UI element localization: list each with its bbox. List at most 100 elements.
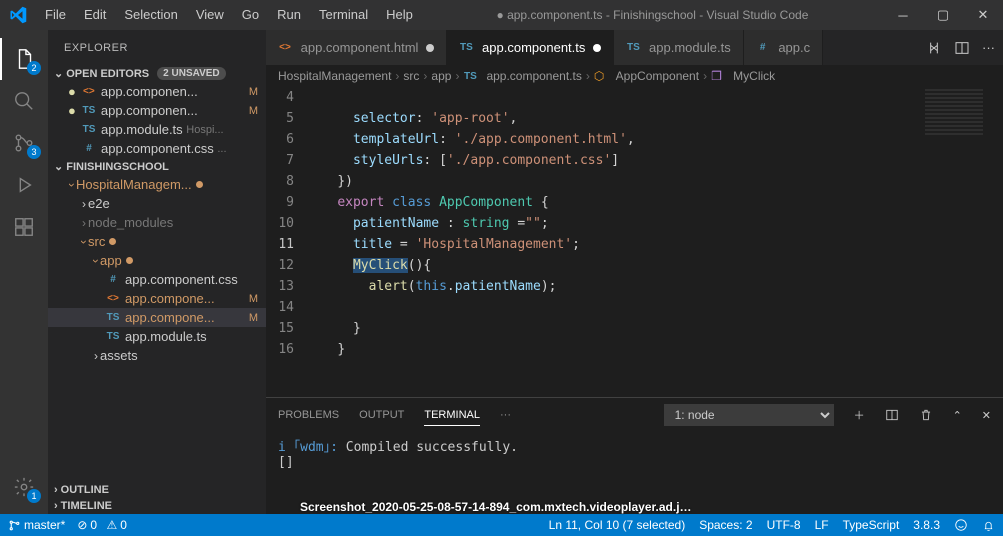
status-encoding[interactable]: UTF-8 (767, 518, 801, 532)
dirty-dot-icon: ● (68, 84, 76, 99)
activity-scm[interactable]: 3 (0, 122, 48, 164)
minimize-button[interactable]: ─ (883, 0, 923, 30)
warning-icon: ⚠ (106, 518, 117, 532)
file-item[interactable]: <>app.compone...M (48, 289, 266, 308)
split-terminal-icon[interactable] (885, 408, 899, 422)
menu-selection[interactable]: Selection (115, 0, 186, 30)
git-dirty-dot-icon (109, 238, 116, 245)
activity-debug[interactable] (0, 164, 48, 206)
file-item[interactable]: TSapp.compone...M (48, 308, 266, 327)
outline-header[interactable]: ›OUTLINE (48, 482, 266, 498)
breadcrumb-item[interactable]: src (403, 69, 419, 83)
panel-tab-output[interactable]: OUTPUT (359, 405, 404, 425)
status-feedback-icon[interactable] (954, 518, 968, 532)
breadcrumb-item[interactable]: AppComponent (616, 69, 699, 83)
terminal-cursor: [] (278, 455, 294, 470)
activity-extensions[interactable] (0, 206, 48, 248)
status-cursor[interactable]: Ln 11, Col 10 (7 selected) (549, 518, 686, 532)
dirty-dot-icon (426, 44, 434, 52)
breadcrumb-item[interactable]: app.component.ts (486, 69, 581, 83)
status-spaces[interactable]: Spaces: 2 (699, 518, 752, 532)
activity-settings[interactable]: 1 (0, 466, 48, 508)
breadcrumb-item[interactable]: app (431, 69, 451, 83)
project-label: FINISHINGSCHOOL (66, 161, 169, 173)
modified-indicator: M (249, 105, 266, 117)
open-editor-item[interactable]: ● TS app.componen... M (48, 101, 266, 120)
breadcrumb[interactable]: HospitalManagement› src› app› TSapp.comp… (266, 65, 1003, 87)
breadcrumb-item[interactable]: MyClick (733, 69, 775, 83)
panel-tab-problems[interactable]: PROBLEMS (278, 405, 339, 425)
minimap[interactable] (919, 87, 989, 397)
ts-file-icon: TS (82, 105, 96, 116)
menu-go[interactable]: Go (233, 0, 268, 30)
chevron-down-icon: ⌄ (54, 160, 63, 173)
menu-view[interactable]: View (187, 0, 233, 30)
file-label: app.compone... (125, 310, 215, 325)
method-icon: ❒ (711, 69, 722, 83)
folder-label: e2e (88, 196, 110, 211)
folder-item[interactable]: node_modules (48, 213, 266, 232)
breadcrumb-item[interactable]: HospitalManagement (278, 69, 391, 83)
more-icon[interactable]: ··· (982, 40, 995, 55)
tab-label: app.component.html (301, 40, 419, 55)
maximize-panel-icon[interactable]: ⌃ (953, 409, 962, 422)
tab-app-component-html[interactable]: <> app.component.html (266, 30, 447, 65)
css-file-icon: # (106, 274, 120, 285)
code-content[interactable]: selector: 'app-root', templateUrl: './ap… (306, 87, 1003, 397)
split-editor-icon[interactable] (954, 40, 970, 56)
html-file-icon: <> (278, 42, 292, 53)
compare-icon[interactable] (926, 40, 942, 56)
kill-terminal-icon[interactable] (919, 408, 933, 422)
file-label: app.component.css (101, 141, 214, 156)
status-problems[interactable]: ⊘0 ⚠0 (77, 518, 127, 532)
menu-file[interactable]: File (36, 0, 75, 30)
timeline-label: TIMELINE (61, 500, 112, 512)
status-branch[interactable]: master* (8, 518, 65, 532)
activity-search[interactable] (0, 80, 48, 122)
status-lang[interactable]: TypeScript (843, 518, 900, 532)
open-editors-header[interactable]: ⌄ OPEN EDITORS 2 UNSAVED (48, 65, 266, 82)
close-button[interactable]: ✕ (963, 0, 1003, 30)
folder-root[interactable]: HospitalManagem... (48, 175, 266, 194)
open-editor-item[interactable]: #app.component.css ... (48, 139, 266, 158)
file-label: app.compone... (125, 291, 215, 306)
folder-src[interactable]: src (48, 232, 266, 251)
close-panel-icon[interactable]: ✕ (982, 409, 991, 422)
activity-explorer[interactable]: 2 (0, 38, 48, 80)
tab-app-component-ts[interactable]: TS app.component.ts (447, 30, 614, 65)
dirty-dot-icon: ● (68, 103, 76, 118)
file-label: app.componen... (101, 103, 198, 118)
menu-run[interactable]: Run (268, 0, 310, 30)
panel-tab-terminal[interactable]: TERMINAL (424, 405, 480, 426)
tab-app-module-ts[interactable]: TS app.module.ts (614, 30, 743, 65)
timeline-header[interactable]: ›TIMELINE (48, 498, 266, 514)
git-dirty-dot-icon (126, 257, 133, 264)
project-header[interactable]: ⌄ FINISHINGSCHOOL (48, 158, 266, 175)
tab-app-c[interactable]: # app.c (744, 30, 823, 65)
menu-help[interactable]: Help (377, 0, 422, 30)
file-item[interactable]: #app.component.css (48, 270, 266, 289)
status-tsver[interactable]: 3.8.3 (913, 518, 940, 532)
open-editor-item[interactable]: ●<>app.componen...M (48, 82, 266, 101)
file-item[interactable]: TSapp.module.ts (48, 327, 266, 346)
terminal-select[interactable]: 1: node (664, 404, 834, 426)
folder-item[interactable]: assets (48, 346, 266, 365)
terminal-text: Compiled successfully. (338, 440, 518, 455)
sidebar: EXPLORER ⌄ OPEN EDITORS 2 UNSAVED ●<>app… (48, 30, 266, 514)
html-file-icon: <> (106, 293, 120, 304)
open-editor-item[interactable]: TSapp.module.ts Hospi... (48, 120, 266, 139)
ts-file-icon: TS (106, 331, 120, 342)
status-bell-icon[interactable] (982, 519, 995, 532)
status-eol[interactable]: LF (815, 518, 829, 532)
folder-item[interactable]: e2e (48, 194, 266, 213)
open-editors-label: OPEN EDITORS (66, 68, 149, 80)
maximize-button[interactable]: ▢ (923, 0, 963, 30)
new-terminal-icon[interactable]: ＋ (854, 407, 865, 423)
panel-tab-more-icon[interactable]: ··· (500, 409, 511, 421)
tab-label: app.component.ts (482, 40, 585, 55)
menu-edit[interactable]: Edit (75, 0, 115, 30)
menu-terminal[interactable]: Terminal (310, 0, 377, 30)
folder-app[interactable]: app (48, 251, 266, 270)
main-menu: File Edit Selection View Go Run Terminal… (36, 0, 422, 30)
code-editor[interactable]: 45678910111213141516 selector: 'app-root… (266, 87, 1003, 397)
